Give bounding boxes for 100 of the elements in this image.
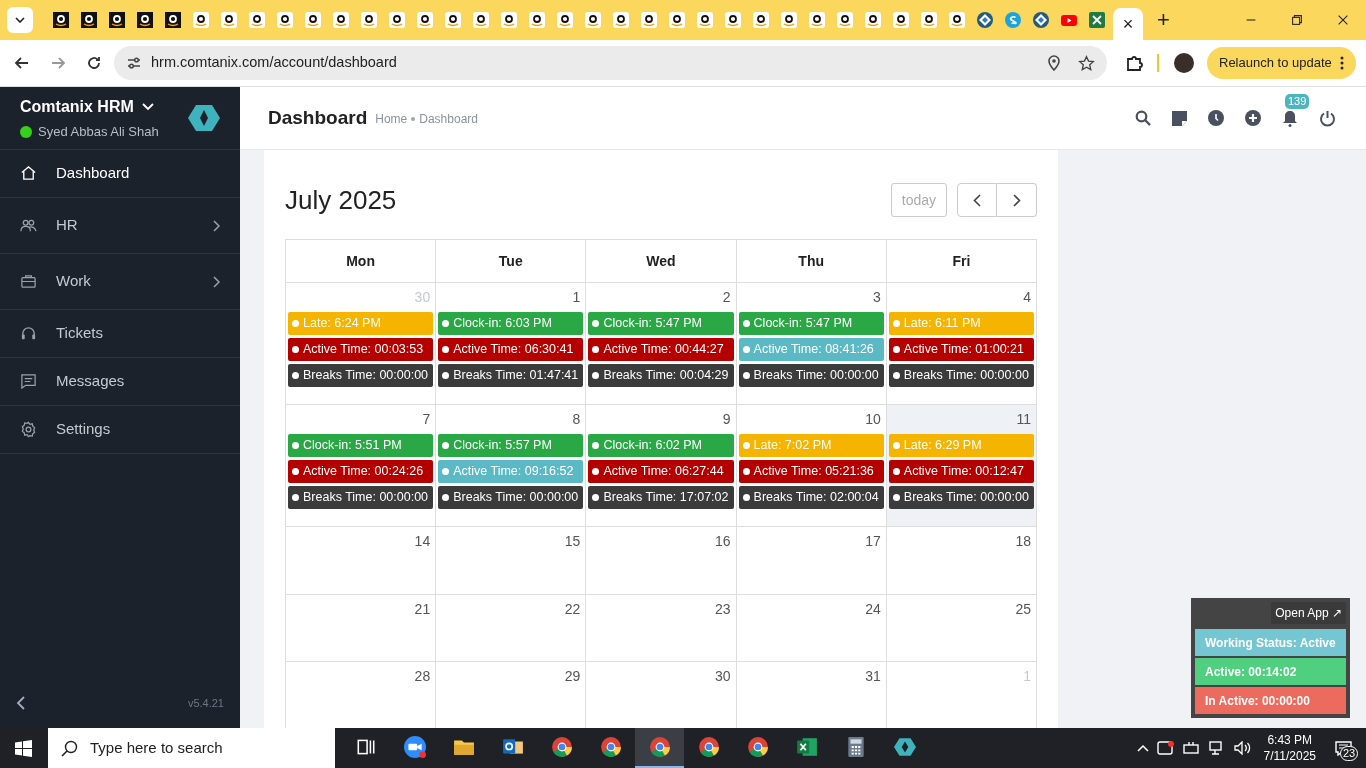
calendar-event[interactable]: Breaks Time: 00:00:00 (888, 486, 1034, 509)
battery-icon[interactable] (1182, 741, 1201, 755)
puzzle-piece-icon[interactable] (1125, 54, 1143, 72)
relaunch-button[interactable]: Relaunch to update (1207, 47, 1356, 79)
speaker-icon[interactable] (1233, 741, 1252, 755)
calendar-event[interactable]: Active Time: 00:44:27 (588, 338, 734, 361)
calendar-event[interactable]: Breaks Time: 02:00:04 (738, 486, 884, 509)
day-number: 30 (414, 288, 432, 306)
calendar-event[interactable]: Breaks Time: 01:47:41 (438, 364, 584, 387)
page-title: Dashboard (268, 105, 368, 130)
clock-icon[interactable] (1208, 110, 1224, 126)
calendar-event[interactable]: Breaks Time: 00:00:00 (288, 364, 434, 387)
calendar-event[interactable]: Breaks Time: 00:00:00 (438, 486, 584, 509)
collapse-chevron-icon[interactable] (16, 696, 25, 710)
previous-button[interactable] (957, 183, 997, 217)
calendar-event[interactable]: Active Time: 00:24:26 (288, 460, 434, 483)
day-number: 7 (422, 410, 432, 428)
reload-icon[interactable] (86, 55, 102, 71)
day-number: 18 (1015, 532, 1032, 550)
user-name: Syed Abbas Ali Shah (38, 122, 159, 141)
address-bar[interactable]: hrm.comtanix.com/account/dashboard (114, 46, 1107, 80)
day-number: 1 (572, 288, 582, 306)
day-number: 23 (715, 600, 732, 618)
day-number: 15 (564, 532, 582, 550)
star-icon[interactable] (1078, 54, 1095, 72)
chevron-down-icon (15, 17, 25, 23)
day-number: 24 (865, 600, 882, 618)
clock-display[interactable]: 6:43 PM 7/11/2025 (1259, 732, 1320, 764)
spreadsheet-icon (795, 736, 818, 758)
calendar-event[interactable]: Breaks Time: 00:04:29 (588, 364, 734, 387)
day-number: 11 (1016, 410, 1032, 428)
home-icon (20, 165, 37, 182)
calendar-event[interactable]: Active Time: 01:00:21 (888, 338, 1034, 361)
new-tab-button[interactable]: + (1157, 9, 1170, 31)
taskbar-app-button[interactable] (635, 728, 684, 768)
close-tab-button[interactable]: × (1122, 15, 1134, 33)
calendar-event[interactable]: Breaks Time: 00:00:00 (888, 364, 1034, 387)
day-number: 14 (414, 532, 432, 550)
browser-icon (648, 736, 671, 758)
date-text: 7/11/2025 (1263, 748, 1316, 764)
browser-tab[interactable]: × (1113, 8, 1143, 40)
location-pin-icon[interactable] (1046, 54, 1062, 72)
day-number: 3 (873, 288, 882, 306)
calendar-event[interactable]: Active Time: 06:30:41 (438, 338, 584, 361)
status-bar: Active: 00:14:02 (1195, 658, 1346, 685)
restore-icon[interactable] (1290, 13, 1304, 27)
search-icon[interactable] (1135, 110, 1151, 126)
chevron-down-icon[interactable] (141, 102, 154, 111)
chat-icon (20, 373, 37, 390)
meet-now-icon[interactable] (1156, 740, 1175, 756)
gear-icon (20, 421, 37, 438)
calendar-event[interactable]: Breaks Time: 00:00:00 (738, 364, 884, 387)
app-name[interactable]: Comtanix HRM (20, 94, 134, 119)
profile-avatar[interactable] (1174, 53, 1194, 73)
hexagon-logo-icon (188, 102, 220, 134)
day-number: 16 (715, 532, 732, 550)
search-icon (61, 739, 78, 757)
diamond-favicon-icon (1033, 12, 1049, 28)
day-number: 9 (722, 410, 732, 428)
chevron-right-icon (213, 219, 220, 232)
power-icon[interactable] (1319, 109, 1336, 127)
open-app-button[interactable]: Open App ↗ (1271, 602, 1346, 624)
site-settings-icon[interactable] (126, 55, 142, 71)
taskbar-search-field[interactable]: Type here to search (48, 728, 335, 768)
video-call-icon (403, 736, 426, 758)
tab-list-button[interactable] (7, 7, 33, 33)
day-number: 4 (1023, 288, 1032, 306)
day-number: 8 (572, 410, 582, 428)
spreadsheet-favicon-icon (1089, 12, 1105, 28)
day-number: 17 (865, 532, 882, 550)
close-icon[interactable] (1336, 13, 1350, 27)
sticky-note-icon[interactable] (1172, 110, 1187, 126)
calendar-event[interactable]: Active Time: 00:12:47 (888, 460, 1034, 483)
calendar-event[interactable]: Breaks Time: 17:07:02 (588, 486, 734, 509)
chevron-right-icon (1012, 193, 1021, 207)
calendar-event[interactable]: Active Time: 00:03:53 (288, 338, 434, 361)
day-number: 28 (414, 667, 432, 685)
next-button[interactable] (997, 183, 1037, 217)
day-number: 1 (1023, 667, 1032, 685)
status-bar: Working Status: Active (1195, 629, 1346, 656)
day-number: 29 (564, 667, 582, 685)
chevron-up-icon[interactable] (1136, 744, 1149, 752)
forward-icon[interactable] (50, 55, 66, 71)
day-number: 31 (865, 667, 882, 685)
time-text: 6:43 PM (1267, 732, 1313, 748)
browser-icon (746, 736, 769, 758)
back-icon[interactable] (14, 55, 30, 71)
bell-icon[interactable] (1282, 109, 1298, 127)
calendar-event[interactable]: Active Time: 05:21:36 (738, 460, 884, 483)
windows-logo-icon[interactable] (15, 739, 32, 757)
calendar-event[interactable]: Breaks Time: 00:00:00 (288, 486, 434, 509)
headset-icon (20, 325, 37, 342)
briefcase-icon (20, 273, 37, 290)
browser-icon (697, 736, 720, 758)
calendar-event[interactable]: Active Time: 06:27:44 (588, 460, 734, 483)
search-input[interactable]: Type here to search (90, 736, 310, 760)
day-number: 2 (722, 288, 732, 306)
people-icon (20, 217, 37, 234)
plus-circle-icon[interactable] (1245, 110, 1261, 126)
browser-icon (599, 736, 622, 758)
